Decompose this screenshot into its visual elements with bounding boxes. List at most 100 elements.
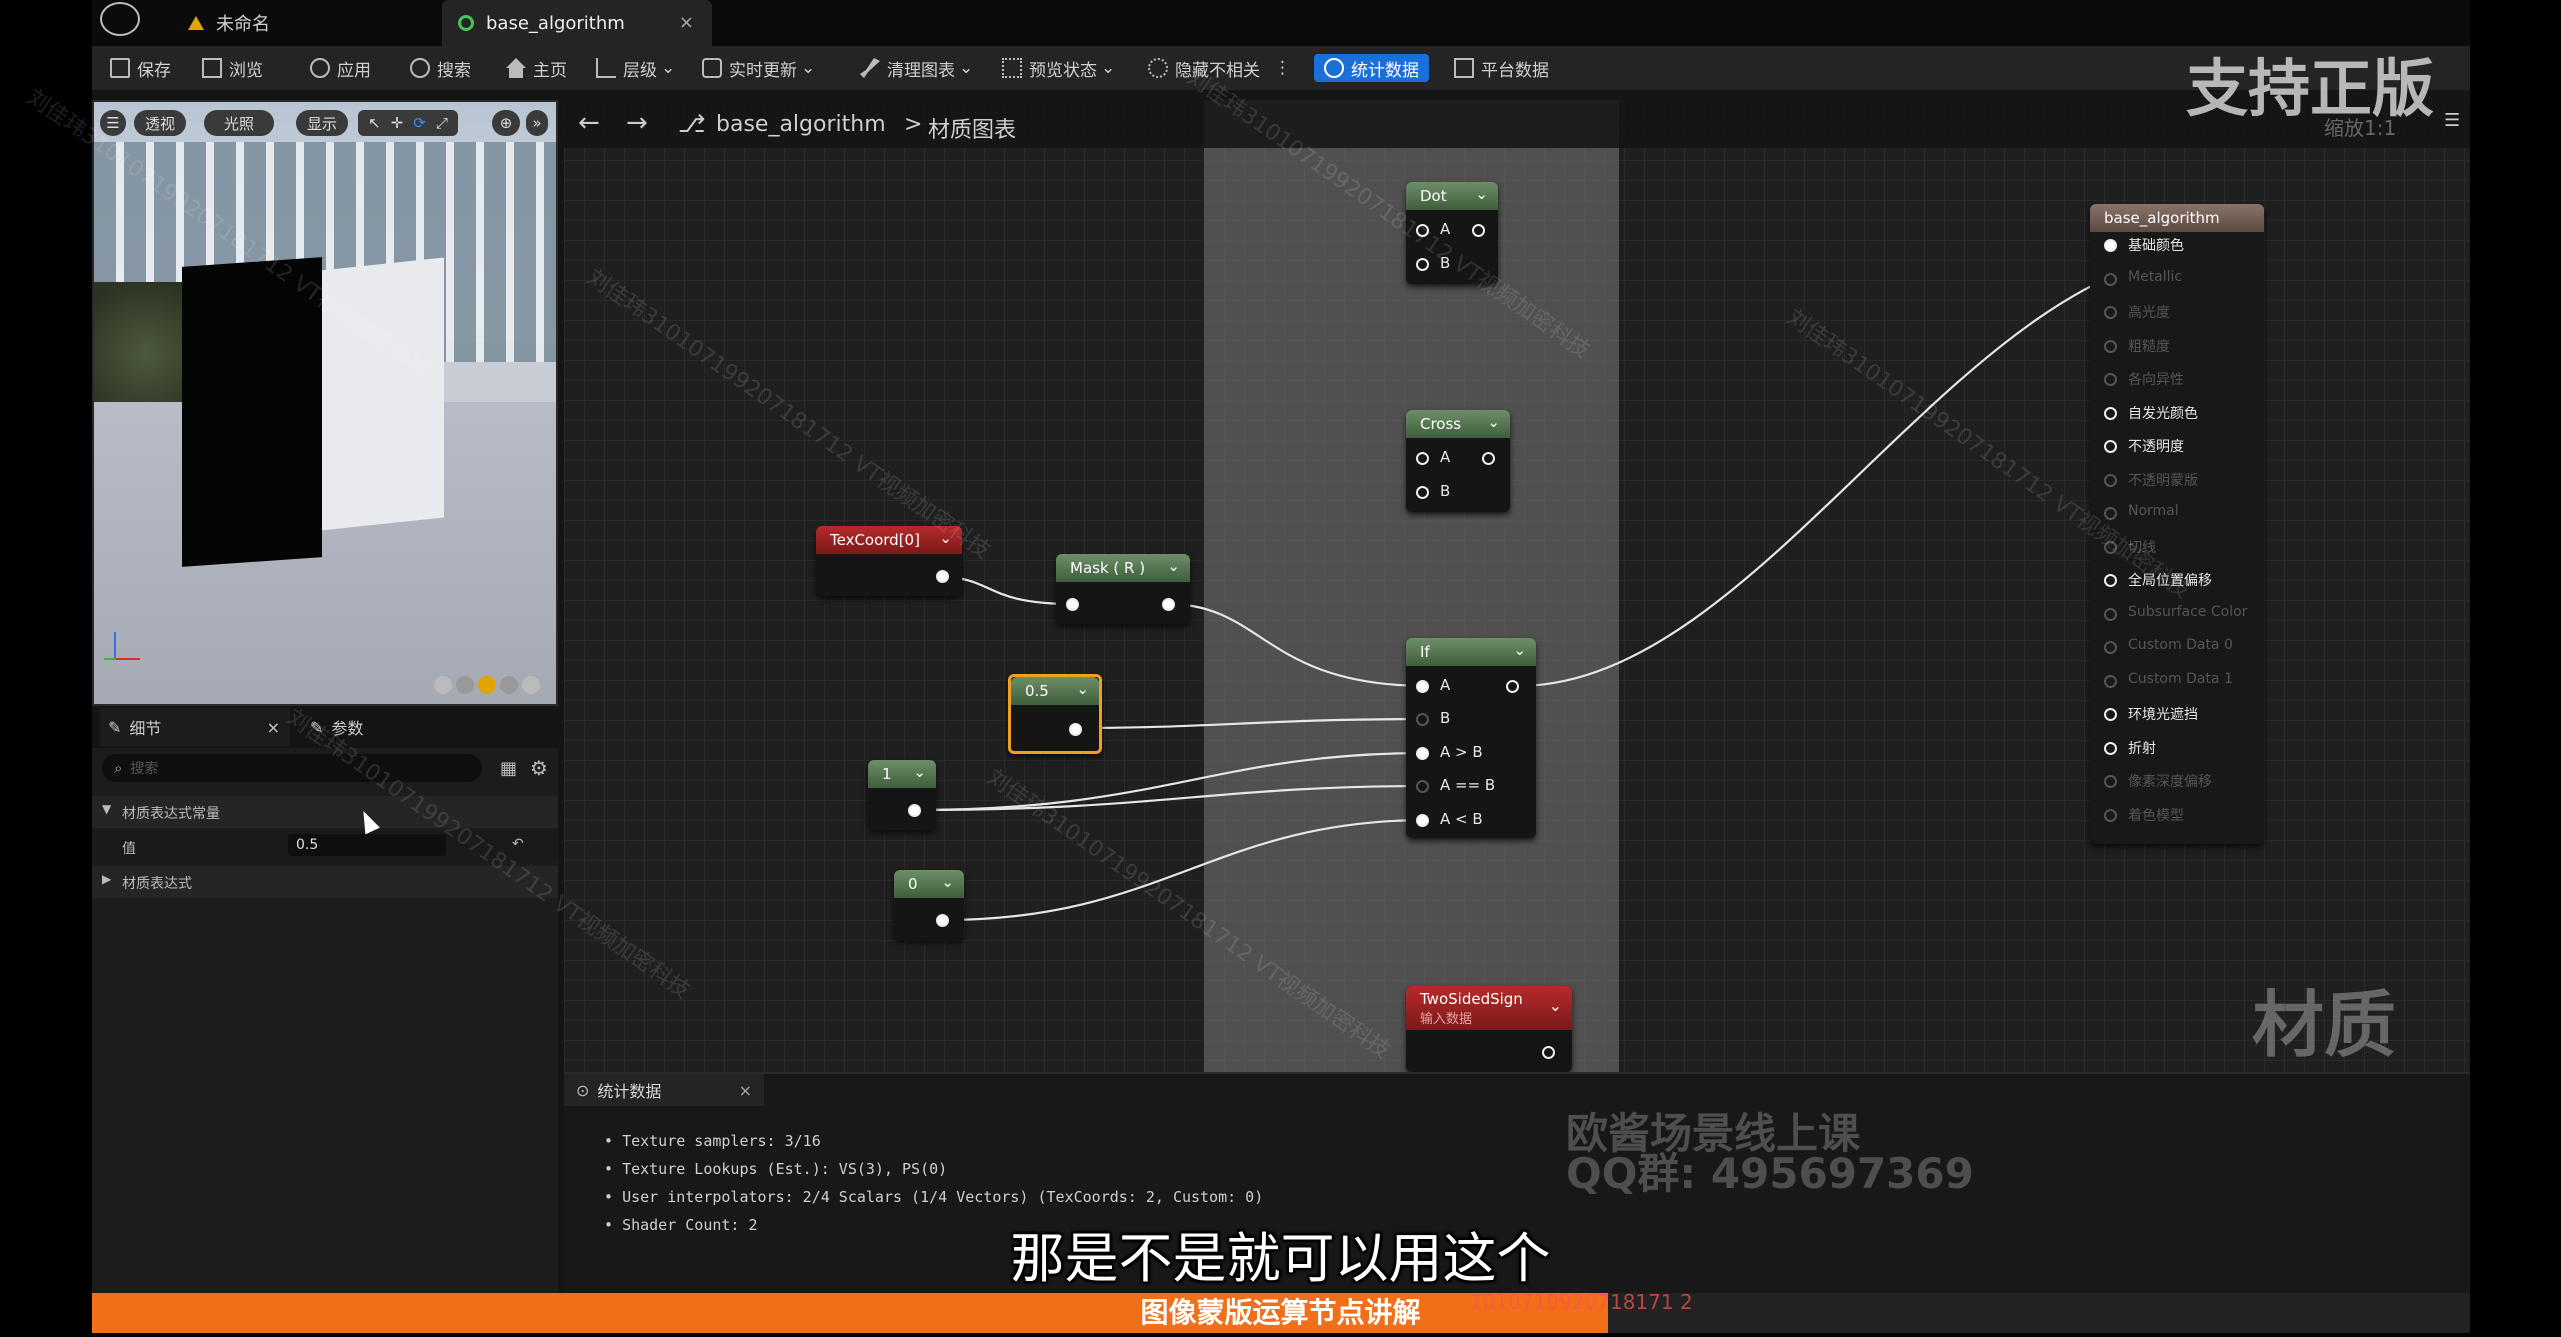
result-input-pin[interactable] — [2104, 272, 2117, 286]
output-pin[interactable] — [1542, 1046, 1555, 1059]
input-pin-a[interactable] — [1416, 452, 1429, 465]
result-input-pin[interactable] — [2104, 440, 2117, 453]
tab-base-algorithm[interactable]: base_algorithm × — [442, 0, 712, 46]
section-constant-header[interactable]: ▼ 材质表达式常量 — [92, 796, 558, 828]
chevron-down-icon[interactable]: ⌄ — [1549, 996, 1562, 1015]
if-node[interactable]: If ⌄ A B A > B A == B A < B — [1406, 638, 1536, 838]
chevron-down-icon[interactable]: ⌄ — [1076, 680, 1089, 698]
transform-tools[interactable]: ↖ ✛ ⟳ ⤢ — [358, 110, 458, 136]
platform-stats-button[interactable]: 平台数据 — [1454, 54, 1549, 82]
output-pin[interactable] — [1472, 224, 1485, 237]
close-icon[interactable]: × — [679, 12, 694, 33]
output-pin[interactable] — [936, 570, 949, 583]
breadcrumb-root[interactable]: base_algorithm — [716, 112, 886, 137]
close-icon[interactable]: × — [267, 718, 280, 737]
input-pin[interactable] — [1066, 598, 1079, 611]
cube-icon[interactable] — [500, 676, 518, 694]
node-header[interactable]: 1 ⌄ — [868, 760, 936, 788]
more-icon[interactable]: » — [526, 110, 548, 136]
cylinder-icon[interactable] — [434, 676, 452, 694]
result-input-pin[interactable] — [2104, 574, 2117, 587]
node-header[interactable]: If ⌄ — [1406, 638, 1536, 666]
node-header[interactable]: 0.5 ⌄ — [1011, 677, 1099, 705]
tab-details[interactable]: ✎ 细节 × — [100, 708, 290, 746]
close-icon[interactable]: × — [739, 1081, 752, 1100]
rotate-icon[interactable]: ⟳ — [413, 114, 426, 132]
chevron-down-icon[interactable]: ⌄ — [913, 763, 926, 781]
input-pin-a-lt-b[interactable] — [1416, 814, 1429, 827]
output-pin[interactable] — [1069, 723, 1082, 736]
result-input-pin[interactable] — [2104, 775, 2117, 788]
result-input-pin[interactable] — [2104, 808, 2117, 822]
output-pin[interactable] — [1506, 680, 1519, 693]
preview-shape-buttons[interactable] — [434, 676, 554, 698]
node-header[interactable]: 0 ⌄ — [894, 870, 964, 898]
chevron-down-icon[interactable]: ⌄ — [1487, 413, 1500, 431]
teapot-icon[interactable] — [522, 676, 540, 694]
table-view-icon[interactable]: ▦ — [500, 758, 517, 779]
node-header[interactable]: Mask ( R ) ⌄ — [1056, 554, 1190, 582]
select-icon[interactable]: ↖ — [368, 114, 381, 132]
result-input-pin[interactable] — [2104, 708, 2117, 721]
output-pin[interactable] — [936, 914, 949, 927]
output-pin[interactable] — [1162, 598, 1175, 611]
back-arrow-icon[interactable]: ← — [578, 108, 600, 138]
scale-icon[interactable]: ⤢ — [436, 114, 448, 132]
input-pin-a-gt-b[interactable] — [1416, 747, 1429, 760]
result-input-pin[interactable] — [2104, 406, 2117, 420]
browse-button[interactable]: 浏览 — [202, 54, 263, 82]
chevron-down-icon[interactable]: ⌄ — [1513, 641, 1526, 659]
input-pin-a-eq-b[interactable] — [1416, 780, 1429, 793]
result-input-pin[interactable] — [2104, 607, 2117, 621]
search-button[interactable]: 搜索 — [410, 54, 471, 82]
tab-untitled[interactable]: 未命名 — [172, 0, 422, 46]
apply-button[interactable]: 应用 — [310, 54, 371, 82]
more-icon[interactable]: ⋮ — [1274, 58, 1291, 78]
value-field[interactable]: 0.5 — [288, 834, 446, 856]
result-input-pin[interactable] — [2104, 373, 2117, 386]
live-update-dropdown[interactable]: 实时更新 ⌄ — [702, 54, 815, 82]
app-logo[interactable] — [100, 2, 140, 36]
result-input-pin[interactable] — [2104, 641, 2117, 654]
input-pin-b[interactable] — [1416, 486, 1429, 499]
forward-arrow-icon[interactable]: → — [626, 108, 648, 138]
node-header[interactable]: TwoSidedSign 输入数据 — [1406, 986, 1572, 1030]
input-pin-b[interactable] — [1416, 713, 1429, 726]
constant-zero-node[interactable]: 0 ⌄ — [894, 870, 964, 940]
world-icon[interactable]: ⊕ — [492, 110, 520, 136]
chevron-down-icon[interactable]: ⌄ — [1475, 185, 1488, 203]
preview-state-dropdown[interactable]: 预览状态 ⌄ — [1002, 54, 1115, 82]
node-header[interactable]: base_algorithm — [2090, 204, 2264, 232]
perspective-button[interactable]: 透视 — [134, 110, 186, 136]
node-header[interactable]: Dot ⌄ — [1406, 182, 1498, 210]
hierarchy-dropdown[interactable]: 层级 ⌄ — [596, 54, 675, 82]
home-button[interactable]: 主页 — [506, 54, 567, 82]
input-pin-a[interactable] — [1416, 680, 1429, 693]
chevron-down-icon[interactable]: ⌄ — [1167, 557, 1180, 575]
show-button[interactable]: 显示 — [296, 110, 348, 136]
constant-one-node[interactable]: 1 ⌄ — [868, 760, 936, 830]
chevron-down-icon[interactable]: ⌄ — [941, 873, 954, 891]
result-input-pin[interactable] — [2104, 473, 2117, 487]
lit-button[interactable]: 光照 — [204, 110, 274, 136]
details-search-input[interactable]: ⌕ 搜索 — [102, 754, 482, 782]
gear-icon[interactable]: ⚙ — [530, 756, 548, 780]
result-input-pin[interactable] — [2104, 306, 2117, 319]
node-header[interactable]: Cross ⌄ — [1406, 410, 1510, 438]
plane-icon[interactable] — [478, 676, 496, 694]
output-pin[interactable] — [908, 804, 921, 817]
result-input-pin[interactable] — [2104, 339, 2117, 353]
save-button[interactable]: 保存 — [110, 54, 171, 82]
move-icon[interactable]: ✛ — [391, 114, 404, 132]
palette-icon[interactable]: ☰ — [2444, 110, 2460, 131]
result-input-pin[interactable] — [2104, 674, 2117, 688]
twosided-sign-node[interactable]: TwoSidedSign 输入数据 ⌄ — [1406, 986, 1572, 1072]
clean-graph-dropdown[interactable]: 清理图表 ⌄ — [860, 54, 973, 82]
result-input-pin[interactable] — [2104, 741, 2117, 755]
stats-button[interactable]: 统计数据 — [1314, 54, 1429, 82]
sphere-icon[interactable] — [456, 676, 474, 694]
output-pin[interactable] — [1482, 452, 1495, 465]
constant-half-node[interactable]: 0.5 ⌄ — [1008, 674, 1102, 754]
cross-node[interactable]: Cross ⌄ A B — [1406, 410, 1510, 512]
result-input-pin[interactable] — [2104, 239, 2117, 252]
